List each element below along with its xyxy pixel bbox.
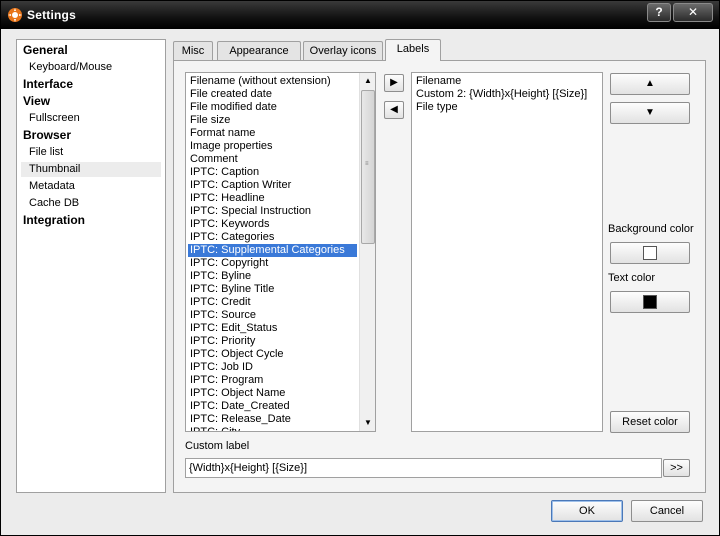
text-color-label: Text color [608,272,656,284]
add-field-button[interactable]: ▶ [384,74,404,92]
list-item[interactable]: IPTC: Headline [188,192,357,205]
scroll-down-icon[interactable]: ▼ [360,415,375,431]
tab[interactable]: Appearance [217,41,301,61]
move-down-button[interactable]: ▼ [610,102,690,124]
list-item[interactable]: Comment [188,153,357,166]
window-title: Settings [27,8,76,22]
nav-item[interactable]: Metadata [21,179,161,194]
list-item[interactable]: IPTC: Date_Created [188,400,357,413]
nav-item[interactable]: Thumbnail [21,162,161,177]
remove-field-button[interactable]: ◀ [384,101,404,119]
scroll-up-icon[interactable]: ▲ [360,73,375,89]
nav-item[interactable]: Cache DB [21,196,161,211]
arrow-right-icon: ▶ [390,77,398,88]
tab[interactable]: Misc [173,41,213,61]
arrow-down-icon: ▼ [645,107,655,118]
settings-window: Settings ? ✕ General Keyboard/Mouse Interf… [0,0,720,536]
text-color-button[interactable] [610,291,690,313]
list-item[interactable]: Format name [188,127,357,140]
nav-item[interactable]: View [21,94,161,109]
available-fields-list[interactable]: Filename (without extension) File created… [185,72,376,432]
close-button[interactable]: ✕ [673,3,713,22]
settings-nav: General Keyboard/Mouse Interface View Fullsc… [16,39,166,493]
list-item[interactable]: Image properties [188,140,357,153]
title-bar: Settings ? ✕ [1,1,719,29]
list-item[interactable]: File modified date [188,101,357,114]
nav-item[interactable]: Fullscreen [21,111,161,126]
list-item[interactable]: Custom 2: {Width}x{Height} [{Size}] [414,88,600,101]
list-item[interactable]: File created date [188,88,357,101]
list-item[interactable]: IPTC: City [188,426,357,431]
list-item[interactable]: IPTC: Release_Date [188,413,357,426]
arrow-left-icon: ◀ [390,104,398,115]
list-item[interactable]: IPTC: Categories [188,231,357,244]
list-item[interactable]: Filename [414,75,600,88]
apply-custom-label-button[interactable]: >> [663,459,690,477]
text-color-swatch [643,295,657,309]
list-item[interactable]: File type [414,101,600,114]
background-color-swatch [643,246,657,260]
ok-button[interactable]: OK [551,500,623,522]
arrow-up-icon: ▲ [645,78,655,89]
custom-label-input[interactable]: {Width}x{Height} [{Size}] [185,458,662,478]
list-item[interactable]: IPTC: Object Name [188,387,357,400]
list-item[interactable]: IPTC: Byline Title [188,283,357,296]
list-item[interactable]: IPTC: Source [188,309,357,322]
custom-label-caption: Custom label [185,440,250,452]
list-item[interactable]: File size [188,114,357,127]
list-item[interactable]: IPTC: Credit [188,296,357,309]
nav-item[interactable]: General [21,43,161,58]
list-item[interactable]: IPTC: Program [188,374,357,387]
tab[interactable]: Overlay icons [303,41,383,61]
list-item[interactable]: IPTC: Supplemental Categories [188,244,357,257]
nav-item[interactable]: Keyboard/Mouse [21,60,161,75]
nav-item[interactable]: Integration [21,213,161,228]
available-fields-scrollbar[interactable]: ▲ ≡ ▼ [359,73,375,431]
background-color-label: Background color [608,223,694,235]
list-item[interactable]: IPTC: Caption Writer [188,179,357,192]
tab[interactable]: Labels [385,39,441,61]
list-item[interactable]: IPTC: Copyright [188,257,357,270]
list-item[interactable]: IPTC: Caption [188,166,357,179]
move-up-button[interactable]: ▲ [610,73,690,95]
list-item[interactable]: IPTC: Job ID [188,361,357,374]
list-item[interactable]: IPTC: Byline [188,270,357,283]
list-item[interactable]: IPTC: Object Cycle [188,348,357,361]
help-button[interactable]: ? [647,3,671,22]
selected-fields-list[interactable]: Filename Custom 2: {Width}x{Height} [{Siz… [411,72,603,432]
nav-item[interactable]: Interface [21,77,161,92]
xnview-icon [8,8,22,22]
nav-item[interactable]: Browser [21,128,161,143]
reset-color-button[interactable]: Reset color [610,411,690,433]
list-item[interactable]: IPTC: Keywords [188,218,357,231]
background-color-button[interactable] [610,242,690,264]
list-item[interactable]: IPTC: Special Instruction [188,205,357,218]
cancel-button[interactable]: Cancel [631,500,703,522]
scroll-thumb[interactable]: ≡ [361,90,375,244]
list-item[interactable]: IPTC: Priority [188,335,357,348]
nav-item[interactable]: File list [21,145,161,160]
list-item[interactable]: Filename (without extension) [188,75,357,88]
list-item[interactable]: IPTC: Edit_Status [188,322,357,335]
